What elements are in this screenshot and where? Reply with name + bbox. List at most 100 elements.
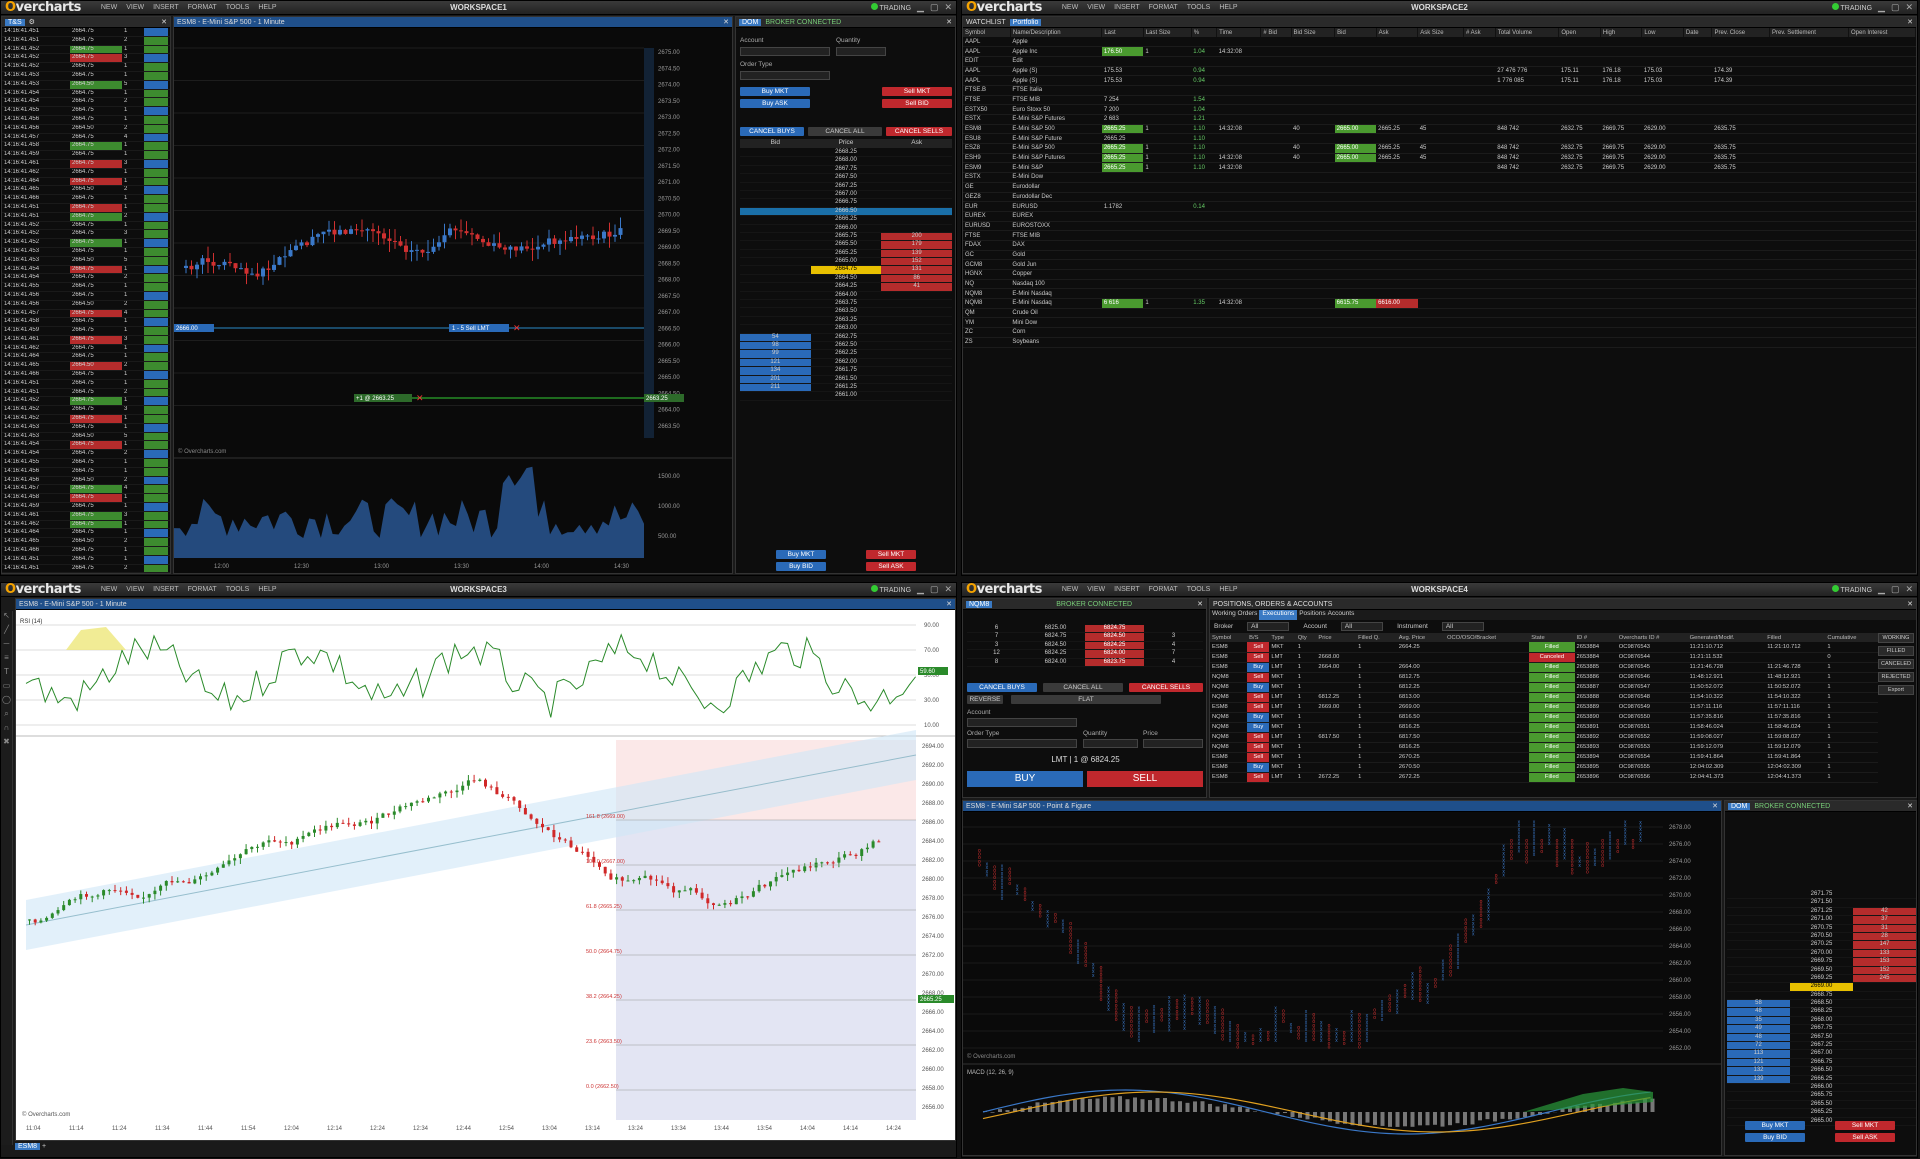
menu-item-view[interactable]: VIEW [126,586,144,593]
menu-item-new[interactable]: NEW [1062,586,1078,593]
dom-bid[interactable] [1727,941,1790,948]
mini-dom-row[interactable]: 6 6825.00 6824.75 [967,625,1203,634]
dom-bid[interactable] [740,258,811,265]
watchlist-row[interactable]: YM Mini Dow [963,317,1916,329]
close-icon[interactable]: ✕ [946,18,952,26]
fibonacci-icon[interactable]: ≡ [1,653,12,667]
text-tool-icon[interactable]: T [1,667,12,681]
close-icon[interactable]: ✕ [946,600,952,608]
account-select[interactable] [740,47,830,56]
dom-bid[interactable]: 139 [1727,1075,1790,1083]
dom-row[interactable]: 48 2668.25 [1727,1008,1916,1017]
watchlist-row[interactable]: FTSE.B FTSE Italia [963,85,1916,96]
dom-ask[interactable] [1853,1034,1916,1041]
dom-ask[interactable]: 86 [881,274,953,283]
menu-item-help[interactable]: HELP [1219,4,1237,11]
dom-row[interactable]: 2669.50 152 [1727,966,1916,975]
column-header[interactable]: High [1600,28,1643,37]
order-row[interactable]: NQM8 Sell LMT 1 6812.25 1 6813.00 Filled 2653888… [1210,692,1878,703]
order-row[interactable]: NQM8 Sell MKT 1 1 6816.25 Filled 2653893 OC98765… [1210,742,1878,753]
ellipse-tool-icon[interactable]: ◯ [1,695,12,709]
order-row[interactable]: ESM8 Sell LMT 1 2668.00 Canceled 2653884 OC9876… [1210,652,1878,663]
dom-row[interactable]: 2667.00 [740,191,952,200]
dom-ask[interactable] [881,392,952,399]
dom-row[interactable]: 2668.00 [740,157,952,166]
minimize-icon[interactable]: ▁ [917,584,924,595]
column-header[interactable]: Filled Q. [1356,633,1397,642]
dom-ask[interactable] [1853,1109,1916,1116]
orders-tab[interactable]: Accounts [1328,610,1355,620]
mini-dom-row[interactable]: 7 6824.75 6824.50 3 [967,633,1203,642]
maximize-icon[interactable]: ▢ [930,2,939,13]
dom-ask[interactable]: 131 [881,266,953,274]
dom-ask[interactable] [881,166,952,173]
dom-ask[interactable]: 28 [1853,932,1916,941]
dom-bid[interactable] [1727,958,1790,965]
order-row[interactable]: ESM8 Sell MKT 1 1 2664.25 Filled 2653884 OC98765… [1210,642,1878,653]
dom-ask[interactable] [881,325,952,332]
dom-bid[interactable] [740,317,811,324]
maximize-icon[interactable]: ▢ [930,584,939,595]
watchlist-row[interactable]: ESTX E-Mini Dow [963,172,1916,183]
dom-row[interactable]: 134 2661.75 [740,367,952,376]
dom-bid[interactable] [1727,975,1790,982]
dom-row[interactable]: 132 2666.50 [1727,1067,1916,1076]
dom-ask[interactable] [1853,1025,1916,1032]
dom-bid[interactable] [740,275,811,282]
column-header[interactable]: Cumulative [1825,633,1878,642]
menu-item-insert[interactable]: INSERT [153,586,179,593]
dom-row[interactable]: 121 2662.00 [740,358,952,368]
watchlist-row[interactable]: ESM9 E-Mini S&P 2665.25 1 1.10 14:32:08 848 74… [963,162,1916,174]
order-row[interactable]: ESM8 Buy LMT 1 2664.00 1 2664.00 Filled 2653885 O… [1210,662,1878,673]
dom-row[interactable]: 2669.75 153 [1727,958,1916,967]
watchlist-row[interactable]: ZS Soybeans [963,337,1916,348]
mini-dom-row[interactable]: 3 6824.50 6824.25 4 [967,641,1203,651]
dom-row[interactable]: 2664.75 131 [740,266,953,275]
dom-row[interactable]: 48 2667.50 [1727,1033,1916,1043]
tas-title[interactable]: T&S [5,18,25,26]
dom-row[interactable]: 2666.00 [1727,1084,1916,1093]
buy-mkt-button[interactable]: Buy MKT [1745,1121,1805,1130]
dom-bid[interactable]: 49 [1727,1025,1790,1033]
mini-dom-row[interactable]: 8 6824.00 6823.75 4 [967,658,1203,667]
dom-row[interactable]: 2671.00 37 [1727,916,1916,925]
dom-bid[interactable]: 98 [740,341,811,350]
watchlist-row[interactable]: QM Crude Oil [963,308,1916,319]
maximize-icon[interactable]: ▢ [1891,2,1900,13]
flat-button[interactable]: FLAT [1011,695,1161,704]
add-tab-icon[interactable]: + [42,1143,46,1150]
dom-row[interactable]: 72 2667.25 [1727,1042,1916,1051]
watchlist-row[interactable]: EDIT Edit [963,56,1916,67]
column-header[interactable]: OCO/OSO/Bracket [1444,633,1530,642]
trading-status[interactable]: TRADING [870,585,911,594]
menu-item-tools[interactable]: TOOLS [1187,4,1211,11]
watchlist-row[interactable]: FTSE FTSE MIB [963,230,1916,241]
order-row[interactable]: ESM8 Sell MKT 1 1 2670.25 Filled 2653894 OC98765… [1210,752,1878,763]
orders-tab[interactable]: Positions [1299,610,1325,620]
dom-bid[interactable] [740,300,811,307]
close-icon[interactable]: ✕ [1905,584,1913,595]
dom-bid[interactable] [1727,950,1790,957]
order-row[interactable]: ESM8 Sell LMT 1 2669.00 1 2669.00 Filled 2653889… [1210,702,1878,713]
buy-button[interactable]: BUY [967,771,1083,787]
dom-row[interactable]: 2666.00 [740,225,952,233]
dom-row[interactable]: 99 2662.25 [740,350,952,359]
column-header[interactable]: Overcharts ID # [1616,633,1688,642]
trading-status[interactable]: TRADING [870,3,911,12]
column-header[interactable]: Prev. Settlement [1769,28,1850,37]
dom-ask[interactable] [881,308,952,315]
column-header[interactable]: Open [1558,28,1601,37]
dom-ask[interactable] [881,149,952,156]
column-header[interactable]: State [1529,633,1575,642]
column-header[interactable]: Name/Description [1010,28,1103,37]
dom-ask[interactable]: 41 [881,283,953,291]
column-header[interactable]: # Bid [1260,28,1292,37]
dom-ask[interactable]: 152 [881,258,953,266]
dom-ask[interactable] [1853,1050,1916,1057]
order-row[interactable]: ESM8 Sell LMT 1 2672.25 1 2672.25 Filled 2653896… [1210,772,1878,783]
cancel-buys-button[interactable]: CANCEL BUYS [967,683,1037,692]
watchlist-row[interactable]: GC Gold [963,250,1916,261]
magnet-icon[interactable]: ∩ [1,723,12,737]
menu-item-tools[interactable]: TOOLS [226,586,250,593]
dom-ask[interactable] [881,334,952,341]
